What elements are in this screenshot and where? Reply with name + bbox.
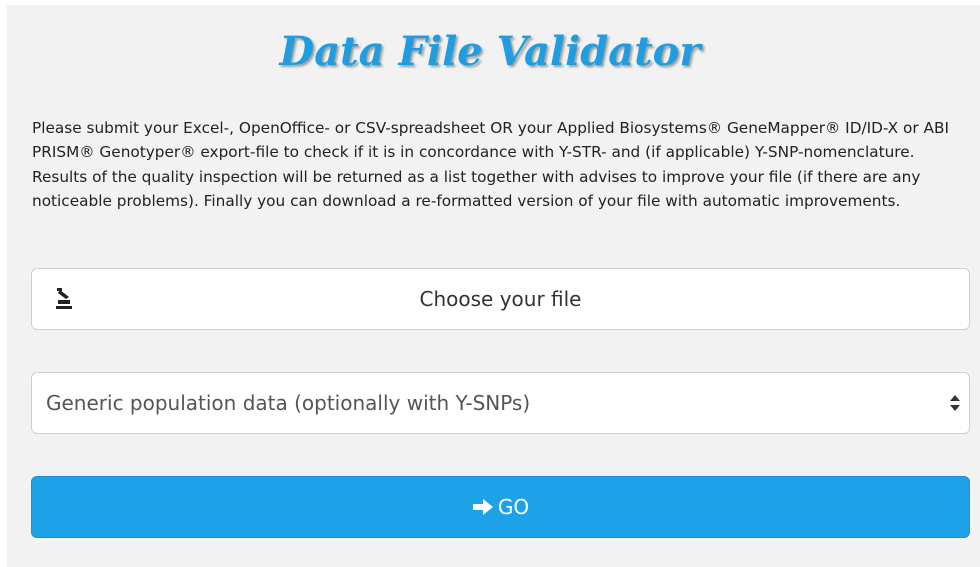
go-button-label: GO <box>497 495 530 519</box>
choose-file-button[interactable]: Choose your file <box>31 268 970 330</box>
arrow-right-icon <box>472 498 493 515</box>
page-title: Data File Validator <box>279 28 701 75</box>
select-arrows-icon <box>950 395 960 411</box>
data-type-selected-value: Generic population data (optionally with… <box>46 391 531 415</box>
data-type-select[interactable]: Generic population data (optionally with… <box>31 372 970 434</box>
intro-text: Please submit your Excel-, OpenOffice- o… <box>32 119 949 211</box>
choose-file-label: Choose your file <box>419 287 582 311</box>
go-button[interactable]: GO <box>31 476 970 538</box>
